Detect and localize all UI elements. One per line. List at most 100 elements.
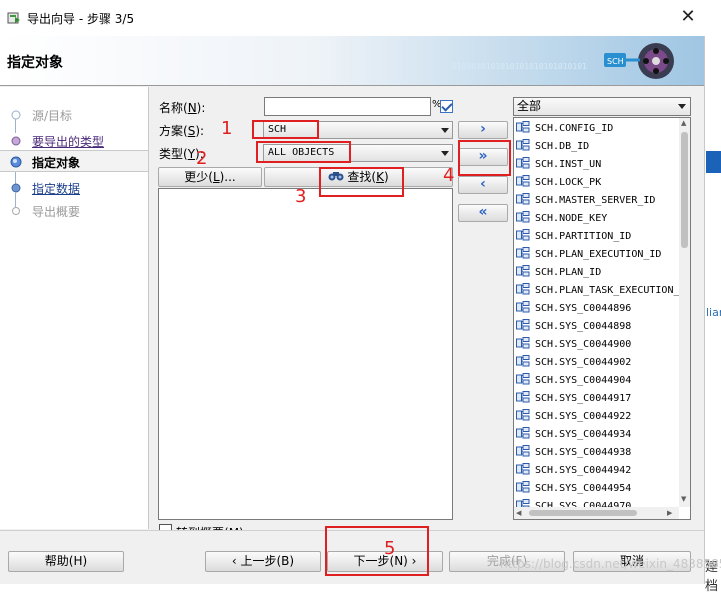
list-item[interactable]: SCH.NODE_KEY	[516, 210, 607, 228]
list-item-label: SCH.SYS_C0044922	[535, 411, 632, 422]
list-item-label: SCH.SYS_C0044934	[535, 429, 632, 440]
steps-panel: 源/目标 要导出的类型 指定对象 指定数据 导出概要	[0, 87, 148, 529]
background-text: lian	[706, 306, 721, 319]
list-item[interactable]: SCH.CONFIG_ID	[516, 120, 613, 138]
selected-objects-list[interactable]: SCH.CONFIG_ID SCH.DB_ID SCH.INST_UN SCH.LOC…	[513, 117, 691, 520]
name-label: 名称(N):	[159, 101, 206, 115]
panel-divider	[148, 87, 149, 529]
less-options-button[interactable]: 更少(L)...	[158, 167, 262, 187]
list-item-label: SCH.LOCK_PK	[535, 177, 602, 188]
annotation-box	[319, 167, 404, 197]
list-item[interactable]: SCH.SYS_C0044934	[516, 426, 631, 444]
step-pending-icon	[12, 207, 20, 215]
scroll-down-icon[interactable]: ▼	[681, 495, 686, 503]
scroll-right-icon[interactable]: ▶	[667, 509, 672, 517]
list-item[interactable]: SCH.INST_UN	[516, 156, 601, 174]
list-item-label: SCH.CONFIG_ID	[535, 123, 614, 134]
list-item-label: SCH.PLAN_TASK_EXECUTION_	[535, 285, 680, 296]
close-icon[interactable]: ✕	[676, 5, 700, 29]
index-icon	[516, 121, 530, 133]
move-all-left-button[interactable]: «	[458, 204, 508, 222]
list-item[interactable]: SCH.PLAN_EXECUTION_ID	[516, 246, 661, 264]
list-item-label: SCH.SYS_C0044917	[535, 393, 632, 404]
title-bar: 导出向导 - 步骤 3/5 ✕	[0, 0, 721, 36]
list-item[interactable]: SCH.SYS_C0044942	[516, 462, 631, 480]
case-checkbox[interactable]	[440, 100, 453, 113]
index-icon	[516, 139, 530, 151]
list-item-label: SCH.SYS_C0044904	[535, 375, 632, 386]
name-filter-input[interactable]	[264, 97, 431, 116]
move-selected-right-button[interactable]: ›	[458, 121, 508, 139]
window-title: 导出向导 - 步骤 3/5	[27, 12, 135, 26]
horizontal-scrollbar[interactable]: ◀ ▶	[514, 507, 679, 519]
list-item[interactable]: SCH.DB_ID	[516, 138, 589, 156]
help-button[interactable]: 帮助(H)	[8, 551, 124, 572]
index-icon	[516, 355, 530, 367]
index-icon	[516, 193, 530, 205]
background-window: lian 建档	[704, 36, 721, 594]
step-next-icon	[11, 183, 21, 193]
chevron-down-icon	[441, 151, 449, 156]
step-export-types[interactable]: 要导出的类型	[0, 130, 148, 152]
back-button[interactable]: ‹ 上一步(B)	[205, 551, 321, 572]
list-item[interactable]: SCH.SYS_C0044954	[516, 480, 631, 498]
chevron-down-icon	[678, 104, 686, 109]
annotation-number: 5	[384, 538, 396, 559]
list-item-label: SCH.SYS_C0044900	[535, 339, 632, 350]
list-item[interactable]: SCH.PLAN_ID	[516, 264, 601, 282]
annotation-number: 3	[295, 186, 307, 207]
available-objects-list[interactable]	[158, 188, 453, 520]
scroll-left-icon[interactable]: ◀	[516, 509, 521, 517]
binary-decoration: 0101010101010101010101010101	[452, 62, 587, 71]
list-item[interactable]: SCH.SYS_C0044922	[516, 408, 631, 426]
list-item[interactable]: SCH.MASTER_SERVER_ID	[516, 192, 655, 210]
index-icon	[516, 283, 530, 295]
list-item[interactable]: SCH.SYS_C0044938	[516, 444, 631, 462]
vertical-scrollbar[interactable]: ▲ ▼	[679, 118, 690, 507]
index-icon	[516, 157, 530, 169]
step-done-icon	[11, 136, 21, 146]
list-item[interactable]: SCH.SYS_C0044900	[516, 336, 631, 354]
list-item-label: SCH.PLAN_EXECUTION_ID	[535, 249, 662, 260]
index-icon	[516, 301, 530, 313]
index-icon	[516, 409, 530, 421]
index-icon	[516, 175, 530, 187]
list-item[interactable]: SCH.SYS_C0044898	[516, 318, 631, 336]
list-item[interactable]: SCH.SYS_C0044902	[516, 354, 631, 372]
move-selected-left-button[interactable]: ‹	[458, 176, 508, 194]
index-icon	[516, 319, 530, 331]
annotation-box	[256, 141, 351, 163]
step-export-summary: 导出概要	[0, 200, 148, 222]
list-item[interactable]: SCH.PLAN_TASK_EXECUTION_	[516, 282, 680, 300]
scrollbar-thumb[interactable]	[681, 132, 688, 248]
selected-filter-select[interactable]: 全部	[513, 97, 691, 116]
scroll-up-icon[interactable]: ▲	[681, 119, 686, 127]
page-title: 指定对象	[7, 55, 63, 71]
annotation-box	[252, 120, 319, 139]
step-specify-data[interactable]: 指定数据	[0, 177, 148, 199]
list-item-label: SCH.NODE_KEY	[535, 213, 608, 224]
schema-label: 方案(S):	[159, 124, 205, 138]
scrollbar-thumb[interactable]	[529, 510, 637, 516]
list-item-label: SCH.PARTITION_ID	[535, 231, 632, 242]
list-item-label: SCH.SYS_C0044896	[535, 303, 632, 314]
list-item-label: SCH.SYS_C0044902	[535, 357, 632, 368]
list-item[interactable]: SCH.SYS_C0044904	[516, 372, 631, 390]
list-item[interactable]: SCH.SYS_C0044917	[516, 390, 631, 408]
watermark: https://blog.csdn.net/weixin_48385856	[500, 557, 721, 571]
index-icon	[516, 247, 530, 259]
step-current-icon	[10, 156, 22, 168]
index-icon	[516, 265, 530, 277]
list-item[interactable]: SCH.PARTITION_ID	[516, 228, 631, 246]
export-logo-icon: SCH	[604, 43, 674, 79]
annotation-box	[458, 140, 511, 176]
wizard-banner: 指定对象 0101010101010101010101010101 SCH	[0, 36, 704, 86]
step-source-target: 源/目标	[0, 104, 148, 126]
index-icon	[516, 445, 530, 457]
list-item-label: SCH.SYS_C0044938	[535, 447, 632, 458]
list-item[interactable]: SCH.SYS_C0044896	[516, 300, 631, 318]
export-wizard-window: 导出向导 - 步骤 3/5 ✕ 指定对象 0101010101010101010…	[0, 0, 721, 594]
list-item[interactable]: SCH.LOCK_PK	[516, 174, 601, 192]
annotation-number: 1	[221, 118, 233, 139]
list-item-label: SCH.SYS_C0044898	[535, 321, 632, 332]
